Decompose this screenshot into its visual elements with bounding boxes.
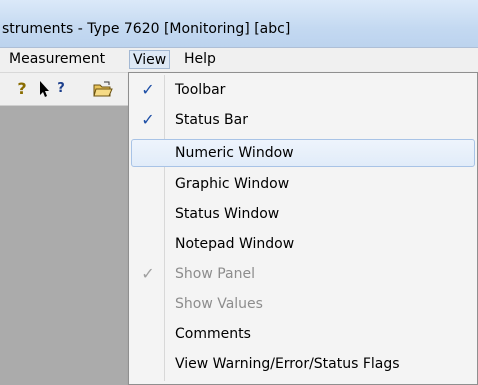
menu-item-label: Status Window [175, 206, 280, 222]
view-menu-item-comments[interactable]: Comments [131, 320, 475, 348]
view-menu-item-show-values: Show Values [131, 290, 475, 318]
view-menu-item-warning-flags[interactable]: View Warning/Error/Status Flags [131, 350, 475, 378]
menu-view[interactable]: View [129, 50, 171, 69]
view-menu-item-show-panel: ✓ Show Panel [131, 260, 475, 288]
menu-item-label: Numeric Window [175, 145, 294, 161]
menu-item-label: Comments [175, 326, 251, 342]
open-folder-icon[interactable] [92, 79, 114, 99]
menu-item-label: View Warning/Error/Status Flags [175, 356, 400, 372]
view-menu-item-numeric-window[interactable]: Numeric Window [131, 139, 475, 167]
menu-help[interactable]: Help [180, 50, 220, 69]
menu-measurement[interactable]: Measurement [5, 50, 109, 69]
menu-item-label: Notepad Window [175, 236, 295, 252]
menu-item-label: Graphic Window [175, 176, 290, 192]
window-title: struments - Type 7620 [Monitoring] [abc] [2, 21, 291, 37]
view-menu-item-graphic-window[interactable]: Graphic Window [131, 170, 475, 198]
menu-item-label: Show Panel [175, 266, 255, 282]
view-menu-item-toolbar[interactable]: ✓ Toolbar [131, 76, 475, 104]
menu-item-label: Show Values [175, 296, 263, 312]
view-menu-item-status-bar[interactable]: ✓ Status Bar [131, 106, 475, 134]
view-menu-item-notepad-window[interactable]: Notepad Window [131, 230, 475, 258]
check-icon: ✓ [141, 110, 155, 129]
menu-item-label: Status Bar [175, 112, 249, 128]
view-menu-item-status-window[interactable]: Status Window [131, 200, 475, 228]
context-help-question-mark: ? [57, 81, 65, 96]
help-icon[interactable]: ? [12, 79, 32, 99]
folder-glyph [93, 81, 113, 97]
check-icon: ✓ [141, 80, 155, 99]
title-bar: struments - Type 7620 [Monitoring] [abc] [0, 0, 478, 48]
check-icon: ✓ [141, 264, 155, 283]
menu-item-label: Toolbar [175, 82, 226, 98]
view-menu-dropdown: ✓ Toolbar ✓ Status Bar Numeric Window Gr… [128, 72, 478, 385]
menu-bar: Measurement View Help [0, 48, 478, 73]
